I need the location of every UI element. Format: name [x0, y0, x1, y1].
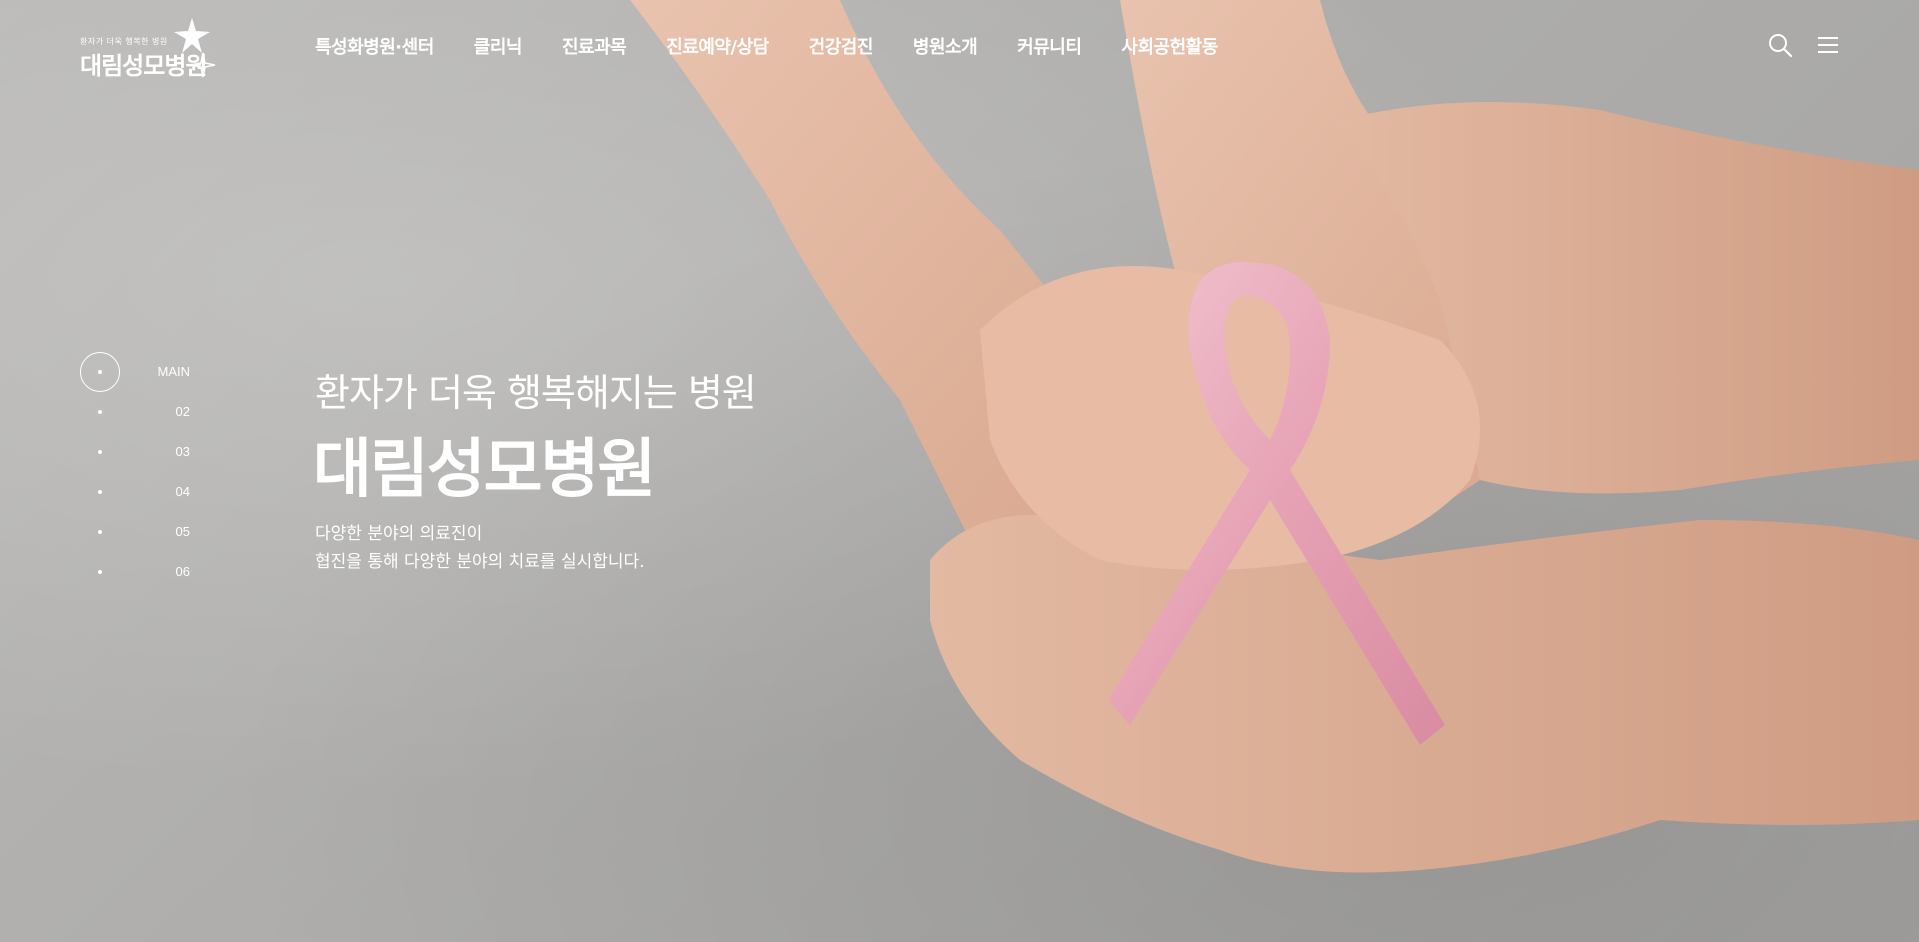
hero-title: 대림성모병원 — [313, 433, 656, 507]
pager-label: MAIN — [157, 364, 191, 379]
pager-label: 04 — [175, 484, 190, 499]
hero-description-line: 협진을 통해 다양한 분야의 치료를 실시합니다. — [315, 552, 645, 572]
site-logo[interactable]: 환자가 더욱 행복한 병원 대림성모병원 — [80, 16, 230, 80]
nav-item-reservation: 진료예약/상담 — [666, 33, 769, 59]
hero-subtitle: 환자가 더욱 행복해지는 병원 — [315, 371, 757, 415]
hero-background-image — [630, 0, 1919, 873]
pager-item-main[interactable]: MAIN — [80, 352, 190, 392]
nav-item-specialty-centers: 특성화병원·센터 — [315, 33, 434, 59]
nav-link-about[interactable]: 병원소개 — [913, 37, 978, 58]
nav-link-clinic[interactable]: 클리닉 — [474, 37, 523, 58]
logo-name: 대림성모병원 — [80, 52, 207, 80]
nav-item-about: 병원소개 — [913, 33, 978, 59]
search-icon[interactable] — [1767, 32, 1793, 58]
nav-link-departments[interactable]: 진료과목 — [562, 37, 627, 58]
pager-label: 02 — [175, 404, 190, 419]
nav-item-community: 커뮤니티 — [1017, 33, 1082, 59]
nav-item-clinic: 클리닉 — [474, 33, 523, 59]
hero-slide: 환자가 더욱 행복한 병원 대림성모병원 특성화병원·센터 클리닉 진료과목 진… — [0, 0, 1919, 942]
pager-dot — [80, 552, 120, 592]
hamburger-menu-icon[interactable] — [1815, 32, 1841, 58]
hero-description-line: 다양한 분야의 의료진이 — [315, 524, 483, 544]
nav-link-specialty-centers[interactable]: 특성화병원·센터 — [315, 37, 434, 58]
sparkle-icon — [190, 52, 216, 78]
nav-link-checkup[interactable]: 건강검진 — [809, 37, 874, 58]
pager-dot — [80, 472, 120, 512]
hero-description: 다양한 분야의 의료진이 협진을 통해 다양한 분야의 치료를 실시합니다. — [315, 520, 645, 576]
pager-dot — [80, 392, 120, 432]
pager-item-05[interactable]: 05 — [80, 512, 190, 552]
nav-item-social-contribution: 사회공헌활동 — [1121, 33, 1218, 59]
pager-active-ring — [80, 352, 120, 392]
slide-pager: MAIN 02 03 04 05 06 — [80, 352, 190, 592]
pager-label: 03 — [175, 444, 190, 459]
nav-item-departments: 진료과목 — [562, 33, 627, 59]
pager-item-04[interactable]: 04 — [80, 472, 190, 512]
nav-link-community[interactable]: 커뮤니티 — [1017, 37, 1082, 58]
pager-label: 05 — [175, 524, 190, 539]
pager-item-06[interactable]: 06 — [80, 552, 190, 592]
nav-link-reservation[interactable]: 진료예약/상담 — [666, 37, 769, 58]
main-navigation: 특성화병원·센터 클리닉 진료과목 진료예약/상담 건강검진 병원소개 커뮤니티… — [315, 33, 1218, 59]
pager-label: 06 — [175, 564, 190, 579]
pager-dot — [80, 512, 120, 552]
pager-dot — [80, 432, 120, 472]
pager-item-03[interactable]: 03 — [80, 432, 190, 472]
nav-link-social-contribution[interactable]: 사회공헌활동 — [1121, 37, 1218, 58]
pager-item-02[interactable]: 02 — [80, 392, 190, 432]
nav-item-checkup: 건강검진 — [809, 33, 874, 59]
